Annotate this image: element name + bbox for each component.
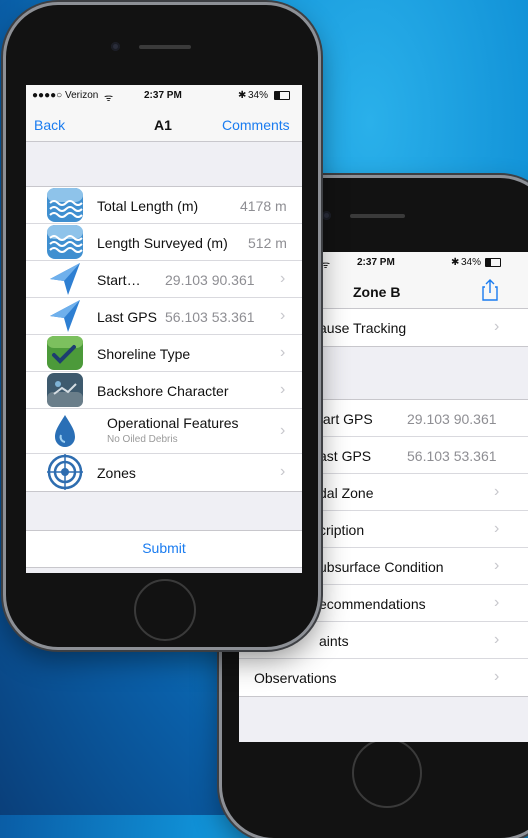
- chevron-right-icon: ›: [280, 270, 286, 287]
- submit-button[interactable]: Submit: [26, 540, 302, 556]
- row-value: 56.103 53.361: [407, 448, 497, 464]
- segment-screen: ●●●●○ Verizon ᯤ 2:37 PM ✱ 34% Back A1 Co…: [26, 85, 302, 573]
- segment-details-group: Total Length (m) 4178 m Length Surveyed …: [26, 186, 302, 492]
- row-value: 29.103 90.361: [165, 272, 255, 288]
- front-camera: [322, 211, 331, 220]
- water-waves-icon: [46, 224, 84, 260]
- chevron-right-icon: ›: [494, 668, 500, 685]
- back-button[interactable]: Back: [34, 117, 65, 133]
- chevron-right-icon: ›: [280, 307, 286, 324]
- row-value: 29.103 90.361: [407, 411, 497, 427]
- location-arrow-icon: [46, 261, 84, 297]
- carrier: ●●●●○ Verizon: [32, 90, 99, 101]
- earpiece-speaker: [139, 45, 191, 49]
- backshore-character-row[interactable]: Backshore Character ›: [26, 372, 302, 409]
- share-icon[interactable]: [481, 279, 499, 304]
- wifi-icon: ᯤ: [104, 93, 114, 104]
- row-label: Length Surveyed (m): [97, 235, 228, 251]
- operational-features-row[interactable]: Operational Features No Oiled Debris ›: [26, 409, 302, 454]
- battery-percent: 34%: [248, 90, 269, 101]
- row-label: ause Tracking: [319, 320, 407, 336]
- nav-title: Zone B: [353, 284, 401, 300]
- row-label: Total Length (m): [97, 198, 199, 214]
- row-value: 512 m: [248, 235, 287, 251]
- row-label: ubsurface Condition: [319, 559, 444, 575]
- bluetooth-icon: ✱: [451, 257, 460, 268]
- row-label: ecommendations: [319, 596, 426, 612]
- nav-title: A1: [154, 117, 172, 133]
- status-time: 2:37 PM: [144, 90, 182, 101]
- last-gps-row[interactable]: Last GPS 56.103 53.361 ›: [26, 298, 302, 335]
- row-sublabel: No Oiled Debris: [107, 434, 178, 445]
- phone-front: ●●●●○ Verizon ᯤ 2:37 PM ✱ 34% Back A1 Co…: [6, 5, 318, 647]
- chevron-right-icon: ›: [494, 594, 500, 611]
- battery-percent: 34%: [461, 257, 482, 268]
- target-icon: [46, 454, 84, 490]
- earpiece-speaker: [350, 214, 405, 218]
- status-bar: ●●●●○ Verizon ᯤ 2:37 PM ✱ 34%: [26, 85, 302, 107]
- chevron-right-icon: ›: [280, 422, 286, 439]
- wifi-icon: ᯤ: [321, 260, 331, 271]
- backshore-photo-icon: [46, 372, 84, 408]
- navigation-bar: Back A1 Comments: [26, 107, 302, 142]
- row-label: ast GPS: [319, 448, 372, 464]
- row-label: tart GPS: [319, 411, 373, 427]
- chevron-right-icon: ›: [494, 557, 500, 574]
- row-label: Start…: [97, 272, 141, 288]
- comments-button[interactable]: Comments: [222, 117, 290, 133]
- location-arrow-icon: [46, 298, 84, 334]
- row-value: 4178 m: [240, 198, 287, 214]
- chevron-right-icon: ›: [280, 463, 286, 480]
- zones-row[interactable]: Zones ›: [26, 454, 302, 491]
- chevron-right-icon: ›: [494, 631, 500, 648]
- row-label: Observations: [254, 670, 337, 686]
- chevron-right-icon: ›: [494, 318, 500, 335]
- oil-drop-icon: [46, 413, 84, 449]
- chevron-right-icon: ›: [280, 344, 286, 361]
- chevron-right-icon: ›: [494, 520, 500, 537]
- row-value: 56.103 53.361: [165, 309, 255, 325]
- bluetooth-icon: ✱: [238, 90, 247, 101]
- row-label: Backshore Character: [97, 383, 229, 399]
- shoreline-photo-icon: [46, 335, 84, 371]
- row-label: cription: [319, 522, 365, 538]
- front-camera: [111, 42, 120, 51]
- row-label: dal Zone: [319, 485, 374, 501]
- water-waves-icon: [46, 187, 84, 223]
- length-surveyed-row[interactable]: Length Surveyed (m) 512 m: [26, 224, 302, 261]
- home-button[interactable]: [352, 738, 422, 808]
- shoreline-type-row[interactable]: Shoreline Type ›: [26, 335, 302, 372]
- status-time: 2:37 PM: [357, 257, 395, 268]
- row-label: Shoreline Type: [97, 346, 191, 362]
- observations-row[interactable]: Observations ›: [239, 659, 528, 696]
- total-length-row[interactable]: Total Length (m) 4178 m: [26, 187, 302, 224]
- row-label: Last GPS: [97, 309, 157, 325]
- row-label: Zones: [97, 465, 136, 481]
- row-label: Operational Features: [107, 415, 239, 431]
- chevron-right-icon: ›: [280, 381, 286, 398]
- home-button[interactable]: [134, 579, 196, 641]
- row-label: aints: [319, 633, 349, 649]
- battery-icon: [274, 91, 290, 100]
- start-gps-row[interactable]: Start… 29.103 90.361 ›: [26, 261, 302, 298]
- submit-group: Submit: [26, 530, 302, 568]
- battery-icon: [485, 258, 501, 267]
- chevron-right-icon: ›: [494, 483, 500, 500]
